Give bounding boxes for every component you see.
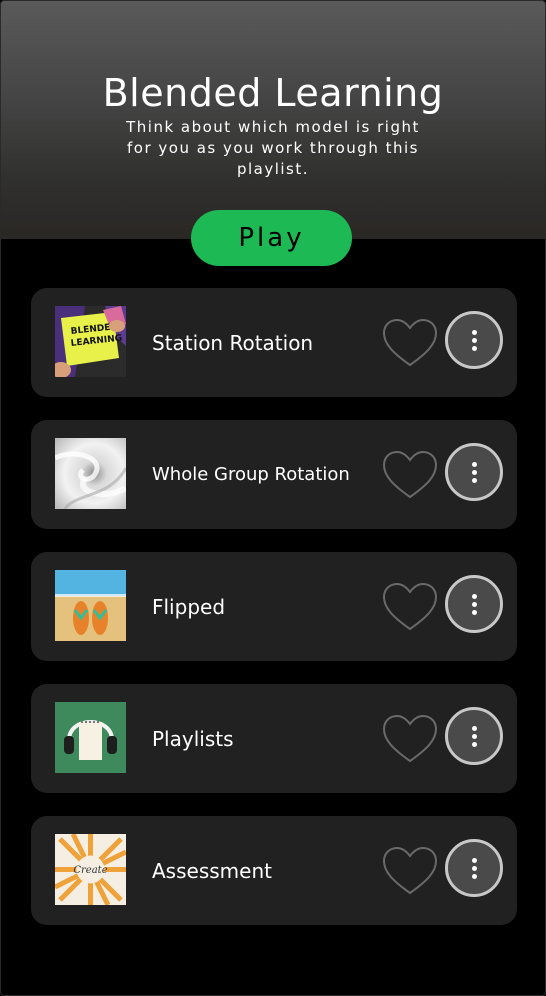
thumb-text: Create: [73, 865, 107, 876]
more-options-button[interactable]: [445, 311, 503, 369]
track-title: Station Rotation: [152, 330, 314, 355]
thumbnail-image: [55, 438, 126, 509]
heart-outline-icon[interactable]: [381, 713, 439, 765]
playlist-description: Think about which model is right for you…: [126, 118, 420, 178]
app-screen: Blended Learning Think about which model…: [0, 0, 546, 996]
heart-outline-icon[interactable]: [381, 845, 439, 897]
play-button[interactable]: Play: [191, 210, 352, 266]
track-item-playlists[interactable]: Playlists: [31, 684, 517, 793]
track-title: Assessment: [152, 858, 272, 883]
more-options-button[interactable]: [445, 707, 503, 765]
more-options-button[interactable]: [445, 443, 503, 501]
more-options-button[interactable]: [445, 575, 503, 633]
vertical-ellipsis-icon: [471, 462, 477, 467]
vertical-ellipsis-icon: [471, 726, 477, 731]
thumbnail-image: BLENDED LEARNING: [55, 306, 126, 377]
playlist-header: Blended Learning Think about which model…: [1, 1, 545, 239]
playlist-title: Blended Learning: [102, 71, 444, 115]
vertical-ellipsis-icon: [471, 858, 477, 863]
track-title: Whole Group Rotation: [152, 464, 350, 485]
heart-outline-icon[interactable]: [381, 449, 439, 501]
track-item-flipped[interactable]: Flipped: [31, 552, 517, 661]
track-item-whole-group-rotation[interactable]: Whole Group Rotation: [31, 420, 517, 529]
vertical-ellipsis-icon: [471, 330, 477, 335]
vertical-ellipsis-icon: [471, 594, 477, 599]
track-item-station-rotation[interactable]: BLENDED LEARNING Station Rotation: [31, 288, 517, 397]
more-options-button[interactable]: [445, 839, 503, 897]
heart-outline-icon[interactable]: [381, 317, 439, 369]
track-item-assessment[interactable]: Create Assessment: [31, 816, 517, 925]
thumbnail-image: [55, 702, 126, 773]
track-title: Playlists: [152, 726, 234, 751]
track-title: Flipped: [152, 594, 226, 619]
heart-outline-icon[interactable]: [381, 581, 439, 633]
thumbnail-image: [55, 570, 126, 641]
thumbnail-image: Create: [55, 834, 126, 905]
